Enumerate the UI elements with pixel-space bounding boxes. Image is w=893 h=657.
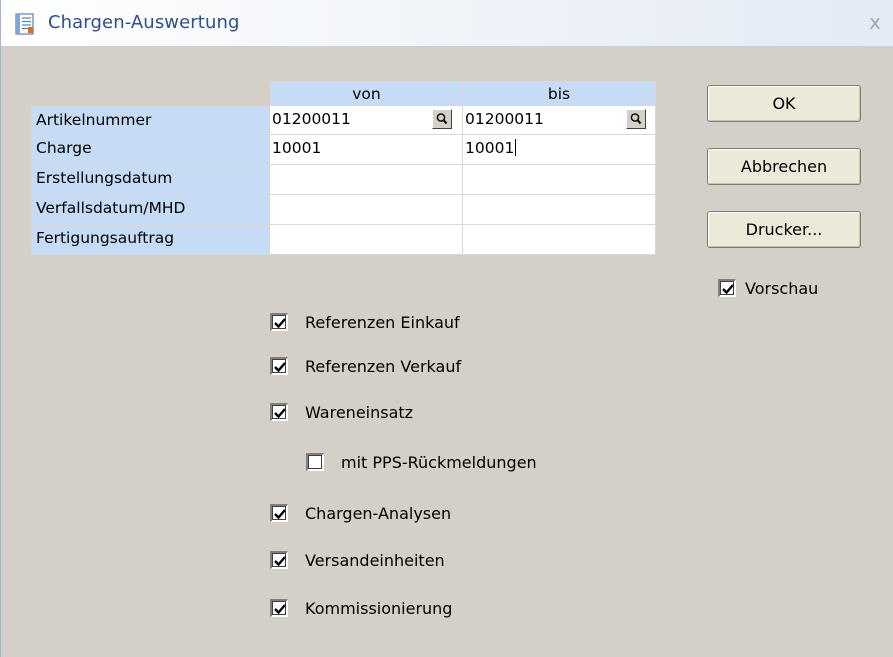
production-order-to-field[interactable] <box>463 225 656 255</box>
goods-input-option[interactable]: Wareneinsatz <box>270 402 570 424</box>
column-header-to: bis <box>463 81 656 106</box>
text-caret <box>515 139 517 156</box>
row-label-article-number: Artikelnummer <box>31 106 270 135</box>
ref-sales-checkbox[interactable] <box>270 357 288 375</box>
shipping-units-option[interactable]: Versandeinheiten <box>270 550 570 572</box>
goods-input-checkbox[interactable] <box>270 403 288 421</box>
pps-feedback-checkbox[interactable] <box>306 453 324 471</box>
ref-sales-label: Referenzen Verkauf <box>305 357 462 376</box>
row-label-creation-date: Erstellungsdatum <box>31 165 270 195</box>
preview-option[interactable]: Vorschau <box>718 278 858 300</box>
ref-sales-option[interactable]: Referenzen Verkauf <box>270 356 570 378</box>
batch-to-field[interactable]: 10001 <box>463 135 656 165</box>
report-icon <box>15 13 35 35</box>
goods-input-label: Wareneinsatz <box>305 403 414 422</box>
picking-label: Kommissionierung <box>305 599 453 618</box>
cancel-button[interactable]: Abbrechen <box>707 148 861 185</box>
creation-date-from-field[interactable] <box>270 165 463 195</box>
magnifier-icon[interactable] <box>626 109 646 129</box>
ref-purchase-option[interactable]: Referenzen Einkauf <box>270 312 570 334</box>
ref-purchase-checkbox[interactable] <box>270 313 288 331</box>
expiry-date-from-field[interactable] <box>270 195 463 225</box>
article-number-from-value: 01200011 <box>272 110 351 128</box>
batch-analyses-checkbox[interactable] <box>270 504 288 522</box>
preview-checkbox[interactable] <box>718 279 736 297</box>
creation-date-to-field[interactable] <box>463 165 656 195</box>
printer-button[interactable]: Drucker... <box>707 211 861 248</box>
article-number-from-field[interactable]: 01200011 <box>270 106 463 135</box>
article-number-to-value: 01200011 <box>465 110 544 128</box>
title-bar: Chargen-Auswertung x <box>1 0 893 47</box>
expiry-date-to-field[interactable] <box>463 195 656 225</box>
ok-button[interactable]: OK <box>707 85 861 122</box>
batch-analyses-option[interactable]: Chargen-Analysen <box>270 503 570 525</box>
picking-option[interactable]: Kommissionierung <box>270 598 570 620</box>
column-header-from: von <box>270 81 463 106</box>
row-label-batch: Charge <box>31 135 270 165</box>
row-label-production-order: Fertigungsauftrag <box>31 225 270 255</box>
batch-from-value: 10001 <box>272 139 322 157</box>
ref-purchase-label: Referenzen Einkauf <box>305 313 460 332</box>
article-number-to-field[interactable]: 01200011 <box>463 106 656 135</box>
dialog-window: Chargen-Auswertung x von bis Artikelnumm… <box>0 0 893 657</box>
close-button[interactable]: x <box>863 10 887 34</box>
pps-feedback-option[interactable]: mit PPS-Rückmeldungen <box>306 452 606 474</box>
magnifier-icon[interactable] <box>432 109 452 129</box>
batch-from-field[interactable]: 10001 <box>270 135 463 165</box>
grid-corner <box>31 81 270 106</box>
production-order-from-field[interactable] <box>270 225 463 255</box>
shipping-units-checkbox[interactable] <box>270 551 288 569</box>
batch-analyses-label: Chargen-Analysen <box>305 504 452 523</box>
row-label-expiry-date: Verfallsdatum/MHD <box>31 195 270 225</box>
batch-to-value: 10001 <box>465 139 515 157</box>
shipping-units-label: Versandeinheiten <box>305 551 445 570</box>
preview-label: Vorschau <box>745 279 819 298</box>
picking-checkbox[interactable] <box>270 599 288 617</box>
window-title: Chargen-Auswertung <box>48 12 240 33</box>
pps-feedback-label: mit PPS-Rückmeldungen <box>341 453 537 472</box>
